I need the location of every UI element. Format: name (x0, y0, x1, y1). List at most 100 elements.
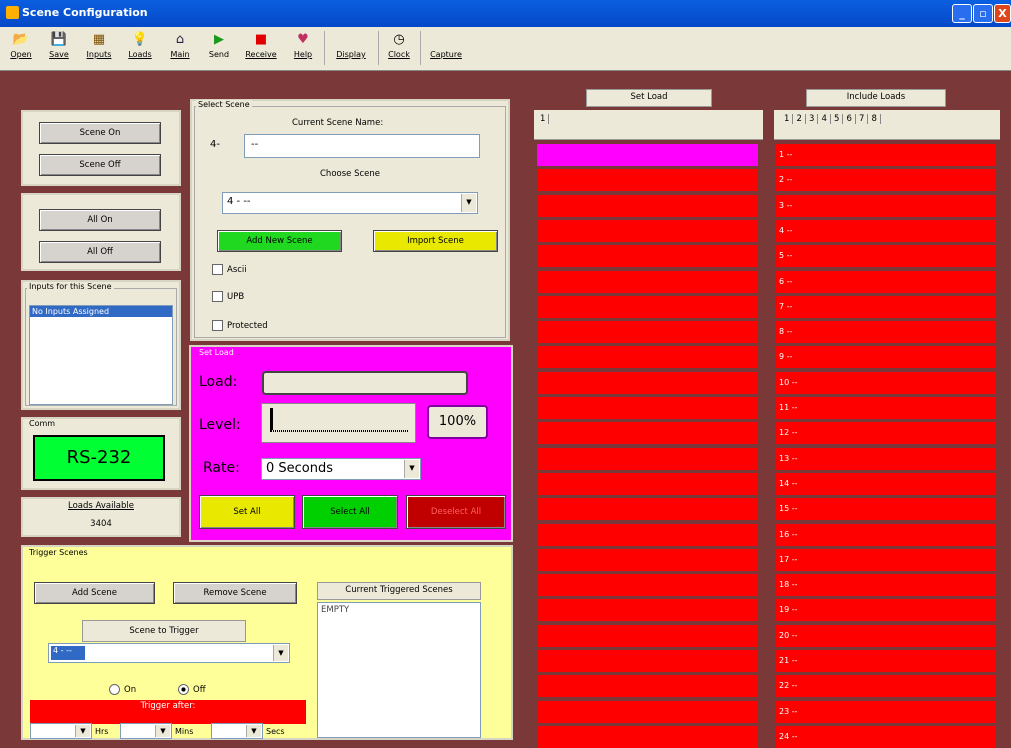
rate-select[interactable]: 0 Seconds ▼ (261, 458, 421, 480)
set-load-row[interactable] (537, 725, 758, 748)
upb-checkbox[interactable]: UPB (212, 291, 244, 302)
include-load-row[interactable]: 21 -- (776, 650, 996, 672)
level-slider[interactable] (261, 403, 416, 443)
scene-name-input[interactable]: -- (244, 134, 480, 158)
chevron-down-icon[interactable]: ▼ (246, 725, 261, 737)
set-load-row[interactable] (537, 599, 758, 622)
chevron-down-icon[interactable]: ▼ (75, 725, 90, 737)
include-loads-tab-1[interactable]: 1 (784, 114, 794, 124)
trigger-seconds-select[interactable]: ▼ (211, 723, 263, 739)
set-load-row[interactable] (537, 397, 758, 419)
include-load-row[interactable]: 23 -- (776, 700, 996, 723)
protected-checkbox[interactable]: Protected (212, 320, 268, 331)
set-load-row[interactable] (537, 245, 758, 268)
slider-thumb[interactable] (270, 408, 273, 430)
chevron-down-icon[interactable]: ▼ (404, 460, 419, 478)
scene-off-button[interactable]: Scene Off (39, 154, 161, 176)
set-load-row[interactable] (537, 321, 758, 344)
set-load-row[interactable] (537, 346, 758, 369)
include-load-row[interactable]: 16 -- (776, 523, 996, 546)
set-load-row[interactable] (537, 447, 758, 470)
set-load-row[interactable] (537, 219, 758, 242)
set-load-row[interactable] (537, 295, 758, 318)
all-on-button[interactable]: All On (39, 209, 161, 231)
trigger-on-radio[interactable]: On (109, 684, 136, 695)
inputs-list-item[interactable]: No Inputs Assigned (30, 306, 172, 317)
add-new-scene-button[interactable]: Add New Scene (217, 230, 342, 252)
set-load-row[interactable] (537, 194, 758, 217)
include-load-row[interactable]: 7 -- (776, 295, 996, 318)
include-load-row[interactable]: 13 -- (776, 447, 996, 470)
maximize-button[interactable]: ▫ (973, 4, 993, 23)
set-load-tab-1[interactable]: 1 (537, 114, 550, 124)
toolbar-help-button[interactable]: ♥ Help (288, 30, 318, 68)
toolbar-receive-button[interactable]: ■ Receive (242, 30, 280, 68)
include-load-row[interactable]: 4 -- (776, 219, 996, 242)
include-loads-tab-4[interactable]: 4 (822, 114, 831, 124)
chevron-down-icon[interactable]: ▼ (155, 725, 170, 737)
include-load-row[interactable]: 10 -- (776, 371, 996, 394)
set-load-row[interactable] (537, 270, 758, 293)
set-load-row[interactable] (537, 650, 758, 672)
trigger-off-radio[interactable]: Off (178, 684, 206, 695)
select-all-button[interactable]: Select All (302, 495, 398, 529)
include-load-row[interactable]: 2 -- (776, 169, 996, 192)
add-scene-button[interactable]: Add Scene (34, 582, 155, 604)
deselect-all-button[interactable]: Deselect All (406, 495, 506, 529)
include-load-row[interactable]: 17 -- (776, 548, 996, 571)
include-load-row[interactable]: 15 -- (776, 498, 996, 521)
include-loads-tab-2[interactable]: 2 (797, 114, 806, 124)
scene-to-trigger-select[interactable]: 4 - -- ▼ (48, 643, 290, 663)
toolbar-send-button[interactable]: ▶ Send (204, 30, 234, 68)
set-load-row[interactable] (537, 700, 758, 723)
set-load-row[interactable] (537, 422, 758, 445)
choose-scene-select[interactable]: 4 - -- ▼ (222, 192, 478, 214)
inputs-list[interactable]: No Inputs Assigned (29, 305, 173, 405)
close-button[interactable]: X (994, 4, 1011, 23)
include-loads-tab-6[interactable]: 6 (847, 114, 856, 124)
minimize-button[interactable]: _ (952, 4, 972, 23)
include-loads-tab-8[interactable]: 8 (872, 114, 881, 124)
set-load-row[interactable] (537, 498, 758, 521)
trigger-minutes-select[interactable]: ▼ (120, 723, 172, 739)
include-load-row[interactable]: 5 -- (776, 245, 996, 268)
toolbar-open-button[interactable]: 📂 Open (6, 30, 36, 68)
toolbar-inputs-button[interactable]: ▦ Inputs (82, 30, 116, 68)
set-load-row[interactable] (537, 624, 758, 647)
set-load-row[interactable] (537, 169, 758, 192)
include-load-row[interactable]: 3 -- (776, 194, 996, 217)
include-load-row[interactable]: 24 -- (776, 725, 996, 748)
include-load-row[interactable]: 9 -- (776, 346, 996, 369)
set-load-row[interactable] (537, 548, 758, 571)
include-load-row[interactable]: 12 -- (776, 422, 996, 445)
include-load-row[interactable]: 19 -- (776, 599, 996, 622)
toolbar-save-button[interactable]: 💾 Save (44, 30, 74, 68)
remove-scene-button[interactable]: Remove Scene (173, 582, 297, 604)
include-load-row[interactable]: 22 -- (776, 675, 996, 698)
include-load-row[interactable]: 20 -- (776, 624, 996, 647)
set-load-row[interactable] (537, 371, 758, 394)
toolbar-loads-button[interactable]: 💡 Loads (124, 30, 156, 68)
import-scene-button[interactable]: Import Scene (373, 230, 498, 252)
include-loads-tab-3[interactable]: 3 (809, 114, 819, 124)
scene-on-button[interactable]: Scene On (39, 122, 161, 144)
toolbar-capture-button[interactable]: Capture (426, 30, 466, 68)
ascii-checkbox[interactable]: Ascii (212, 264, 247, 275)
triggered-scenes-list[interactable]: EMPTY (317, 602, 481, 738)
include-load-row[interactable]: 11 -- (776, 397, 996, 419)
all-off-button[interactable]: All Off (39, 241, 161, 263)
set-load-row[interactable] (537, 144, 758, 166)
include-load-row[interactable]: 8 -- (776, 321, 996, 344)
chevron-down-icon[interactable]: ▼ (273, 645, 288, 661)
set-load-row[interactable] (537, 523, 758, 546)
toolbar-clock-button[interactable]: ◷ Clock (384, 30, 414, 68)
toolbar-display-button[interactable]: Display (330, 30, 372, 68)
set-load-row[interactable] (537, 574, 758, 597)
trigger-hours-select[interactable]: ▼ (30, 723, 92, 739)
include-load-row[interactable]: 18 -- (776, 574, 996, 597)
include-loads-tab-5[interactable]: 5 (834, 114, 844, 124)
include-load-row[interactable]: 14 -- (776, 472, 996, 495)
include-load-row[interactable]: 1 -- (776, 144, 996, 166)
toolbar-main-button[interactable]: ⌂ Main (164, 30, 196, 68)
set-load-row[interactable] (537, 472, 758, 495)
